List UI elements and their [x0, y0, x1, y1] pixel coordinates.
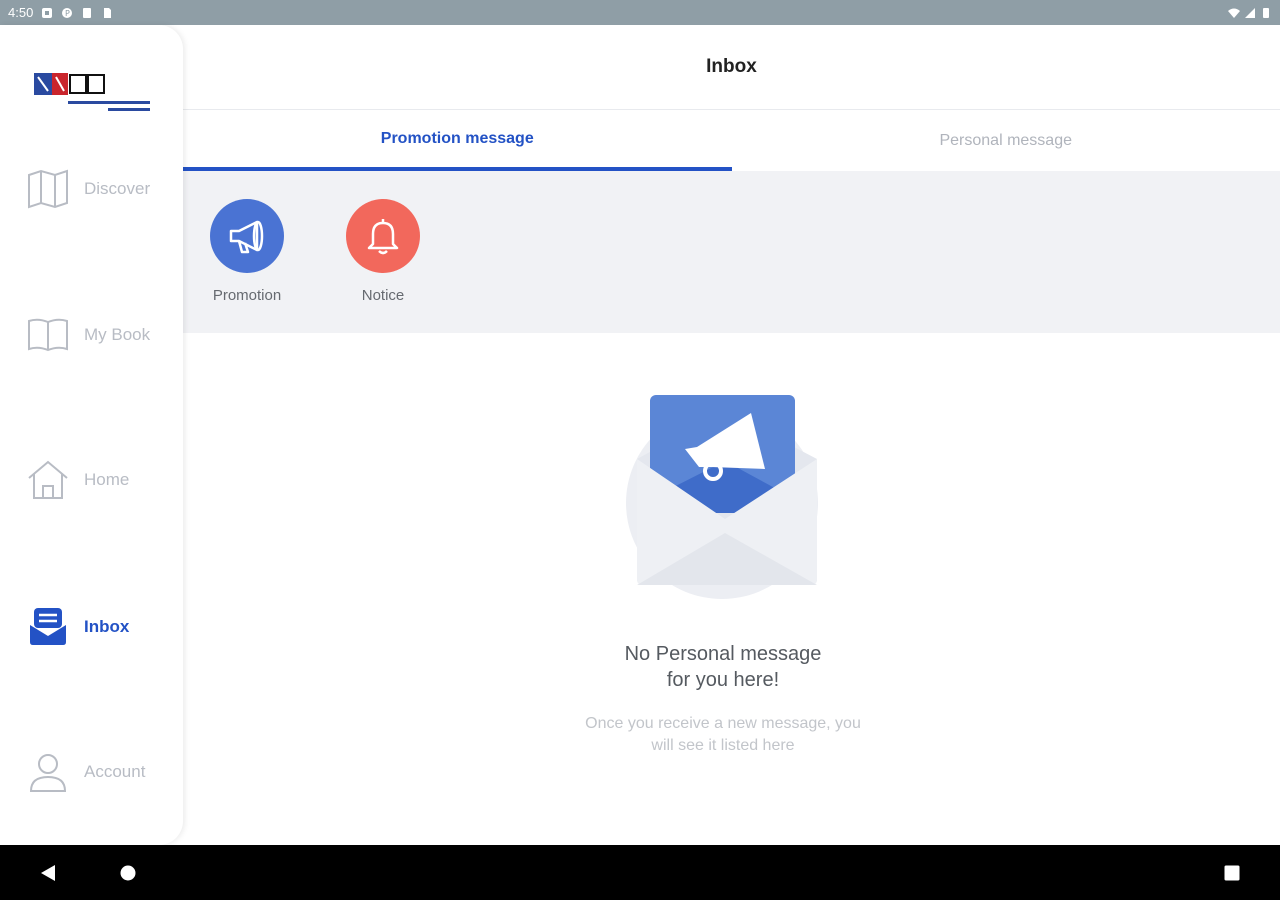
bell-icon	[367, 219, 399, 255]
back-icon[interactable]	[40, 864, 56, 882]
battery-icon	[1263, 7, 1269, 18]
status-time: 4:50	[8, 5, 34, 20]
empty-subtitle: Once you receive a new message, you will…	[183, 713, 1263, 757]
main-content: Inbox Promotion message Personal message…	[183, 25, 1280, 845]
signal-icon	[1245, 7, 1255, 18]
category-promotion[interactable]: Promotion	[202, 199, 292, 304]
inbox-icon	[30, 608, 66, 645]
empty-subtitle-line: Once you receive a new message, you	[585, 715, 861, 732]
sidebar-item-label: Inbox	[84, 617, 130, 636]
wifi-icon	[1228, 8, 1240, 18]
status-bar: 4:50 P	[0, 0, 1280, 25]
sidebar-item-inbox[interactable]: Inbox	[26, 605, 129, 649]
category-circle	[210, 199, 284, 273]
svg-text:P: P	[65, 9, 70, 18]
notification-icon	[42, 7, 53, 18]
sidebar-item-account[interactable]: Account	[26, 750, 145, 794]
envelope-megaphone-illustration	[626, 395, 818, 599]
map-icon	[28, 169, 68, 209]
category-label: Promotion	[212, 287, 282, 304]
sidebar-item-label: Discover	[84, 179, 151, 198]
sim-card-icon	[104, 7, 112, 18]
empty-title: No Personal message for you here!	[183, 641, 1263, 693]
tab-bar: Promotion message Personal message	[183, 110, 1280, 171]
empty-state: No Personal message for you here! Once y…	[183, 333, 1280, 845]
system-nav-bar	[0, 845, 1280, 900]
book-icon	[28, 318, 68, 352]
page-title: Inbox	[706, 56, 757, 77]
empty-title-line: for you here!	[666, 669, 780, 691]
sidebar-item-my-book[interactable]: My Book	[26, 313, 150, 357]
header: Inbox	[183, 25, 1280, 110]
tab-promotion-message[interactable]: Promotion message	[183, 110, 732, 171]
empty-subtitle-line: will see it listed here	[651, 737, 795, 754]
user-icon	[29, 754, 67, 792]
home-icon	[28, 460, 68, 499]
app-badge-icon: P	[62, 7, 73, 18]
download-icon	[83, 7, 92, 18]
category-circle	[346, 199, 420, 273]
category-notice[interactable]: Notice	[338, 199, 428, 304]
recents-icon[interactable]	[1224, 865, 1240, 881]
sidebar-item-label: Home	[84, 470, 130, 489]
logo	[34, 73, 150, 111]
tab-personal-message[interactable]: Personal message	[732, 110, 1280, 171]
sidebar-item-label: Account	[84, 762, 146, 781]
home-button-icon[interactable]	[120, 865, 136, 881]
sidebar-item-discover[interactable]: Discover	[26, 167, 150, 211]
category-label: Notice	[361, 287, 405, 304]
category-strip: Promotion Notice	[183, 171, 1280, 333]
empty-title-line: No Personal message	[624, 643, 822, 665]
sidebar-item-home[interactable]: Home	[26, 458, 129, 502]
megaphone-icon	[229, 220, 264, 254]
sidebar: Discover My Book Home Inbox Account	[0, 25, 183, 845]
sidebar-item-label: My Book	[84, 325, 151, 344]
